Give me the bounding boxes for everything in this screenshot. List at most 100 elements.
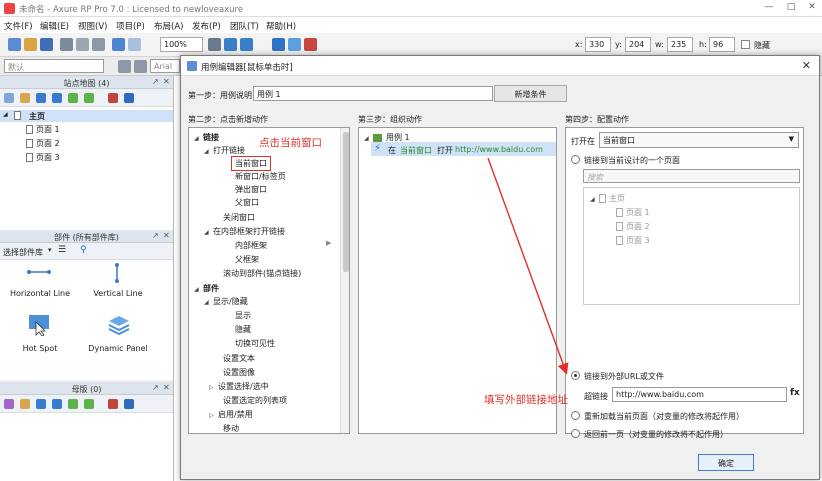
h-input[interactable]: 96 [709,37,735,52]
undo-icon[interactable] [112,38,125,51]
publish-icon[interactable] [304,38,317,51]
delete-master-icon[interactable] [108,399,118,409]
new-file-icon[interactable] [8,38,21,51]
action-current-window[interactable]: 当前窗口 [231,156,271,171]
go-back-radio[interactable] [571,429,580,438]
add-page-icon[interactable] [4,93,14,103]
action-popup-window[interactable]: 弹出窗口 [235,184,267,195]
cut-icon[interactable] [60,38,73,51]
action-row-open-link[interactable]: ⚡ 在 当前窗口 打开 http://www.baidu.com [371,142,556,156]
page-tree-item-page2[interactable]: 页面 2 [616,221,650,232]
dynamic-panel-icon[interactable] [108,314,130,336]
close-pane-icon[interactable]: ✕ [163,383,170,392]
add-condition-button[interactable]: 新增条件 [494,85,567,102]
add-folder-icon[interactable] [20,93,30,103]
move-up-icon[interactable] [36,93,46,103]
action-parent-frame[interactable]: 父框架 [235,254,259,265]
w-input[interactable]: 235 [667,37,693,52]
vertical-line-icon[interactable] [112,262,122,284]
action-parent-window[interactable]: 父窗口 [235,197,259,208]
reload-page-radio[interactable] [571,411,580,420]
add-master-icon[interactable] [4,399,14,409]
indent-icon[interactable] [68,93,78,103]
horizontal-line-icon[interactable] [26,266,52,278]
move-down-icon[interactable] [52,399,62,409]
search-icon[interactable]: ⚲ [80,245,87,255]
copy-icon[interactable] [76,38,89,51]
y-input[interactable]: 204 [625,37,651,52]
action-move[interactable]: 移动 [223,423,239,433]
action-group-widgets[interactable]: ◢ 部件 [194,283,219,294]
format-painter-icon[interactable] [118,60,131,73]
pointer-icon[interactable] [208,38,221,51]
action-open-in-frame[interactable]: ◢ 在内部框架打开链接 [204,226,285,237]
pin-icon[interactable]: ↗ [152,77,159,86]
action-hide[interactable]: 隐藏 [235,324,251,335]
action-show-hide[interactable]: ◢ 显示/隐藏 [204,296,248,307]
hyperlink-input[interactable]: http://www.baidu.com [612,387,787,402]
page-search-input[interactable]: 搜索 [583,169,800,183]
x-input[interactable]: 330 [585,37,611,52]
action-close-window[interactable]: 关闭窗口 [223,212,255,223]
minimize-button[interactable]: — [760,2,778,15]
ok-button[interactable]: 确定 [698,454,754,471]
action-new-window[interactable]: 新窗口/标签页 [235,171,286,182]
close-pane-icon[interactable]: ✕ [163,77,170,86]
share-icon[interactable] [288,38,301,51]
menu-publish[interactable]: 发布(P) [192,20,221,32]
action-inline-frame[interactable]: 内部框架 [235,240,267,251]
action-enable-disable[interactable]: ▷ 启用/禁用 [209,409,253,420]
action-tree-scrollbar[interactable] [340,128,349,433]
chevron-down-icon[interactable]: ▾ [48,246,52,254]
sitemap-item-page1[interactable]: 页面 1 [26,124,60,135]
page-tree-item-page1[interactable]: 页面 1 [616,207,650,218]
link-page-radio[interactable] [571,155,580,164]
library-select[interactable]: 选择部件库 [3,247,43,258]
move-down-icon[interactable] [52,93,62,103]
hidden-checkbox[interactable] [741,40,750,49]
sitemap-item-page2[interactable]: 页面 2 [26,138,60,149]
link-url-radio[interactable] [571,371,580,380]
close-pane-icon[interactable]: ✕ [163,231,170,240]
action-show[interactable]: 显示 [235,310,251,321]
save-icon[interactable] [40,38,53,51]
search-icon[interactable] [124,399,134,409]
sitemap-item-page3[interactable]: 页面 3 [26,152,60,163]
paste-icon[interactable] [92,38,105,51]
open-folder-icon[interactable] [24,38,37,51]
action-toggle-visibility[interactable]: 切换可见性 [235,338,275,349]
menu-layout[interactable]: 布局(A) [154,20,183,32]
add-folder-icon[interactable] [20,399,30,409]
style-select[interactable]: 默认 [4,59,104,73]
page-tree-item-page3[interactable]: 页面 3 [616,235,650,246]
case-description-input[interactable]: 用例 1 [253,86,493,101]
zoom-select[interactable]: 100% [160,37,203,52]
sitemap-item-home[interactable]: ◢ 主页 [0,110,173,122]
redo-icon[interactable] [128,38,141,51]
delete-page-icon[interactable] [108,93,118,103]
move-up-icon[interactable] [36,399,46,409]
select-mode-icon[interactable] [240,38,253,51]
menu-icon[interactable]: ☰ [58,245,66,255]
pin-icon[interactable]: ↗ [152,231,159,240]
open-in-select[interactable]: 当前窗口 ▼ [599,132,799,148]
action-set-text[interactable]: 设置文本 [223,353,255,364]
close-dialog-icon[interactable]: ✕ [802,59,811,72]
action-set-list-item[interactable]: 设置选定的列表项 [223,395,287,406]
style-manager-icon[interactable] [134,60,147,73]
menu-edit[interactable]: 编辑(E) [40,20,69,32]
menu-help[interactable]: 帮助(H) [266,20,296,32]
search-icon[interactable] [124,93,134,103]
close-window-button[interactable]: ✕ [803,2,821,15]
outdent-icon[interactable] [84,93,94,103]
pin-icon[interactable]: ↗ [152,383,159,392]
hot-spot-icon[interactable] [28,314,50,336]
outdent-icon[interactable] [84,399,94,409]
connector-icon[interactable] [224,38,237,51]
font-select[interactable]: Arial [150,59,180,73]
action-scroll-to-widget[interactable]: 滚动到部件(锚点链接) [223,268,301,279]
maximize-button[interactable]: □ [782,2,800,15]
indent-icon[interactable] [68,399,78,409]
action-set-image[interactable]: 设置图像 [223,367,255,378]
fx-button[interactable]: fx [790,388,800,398]
